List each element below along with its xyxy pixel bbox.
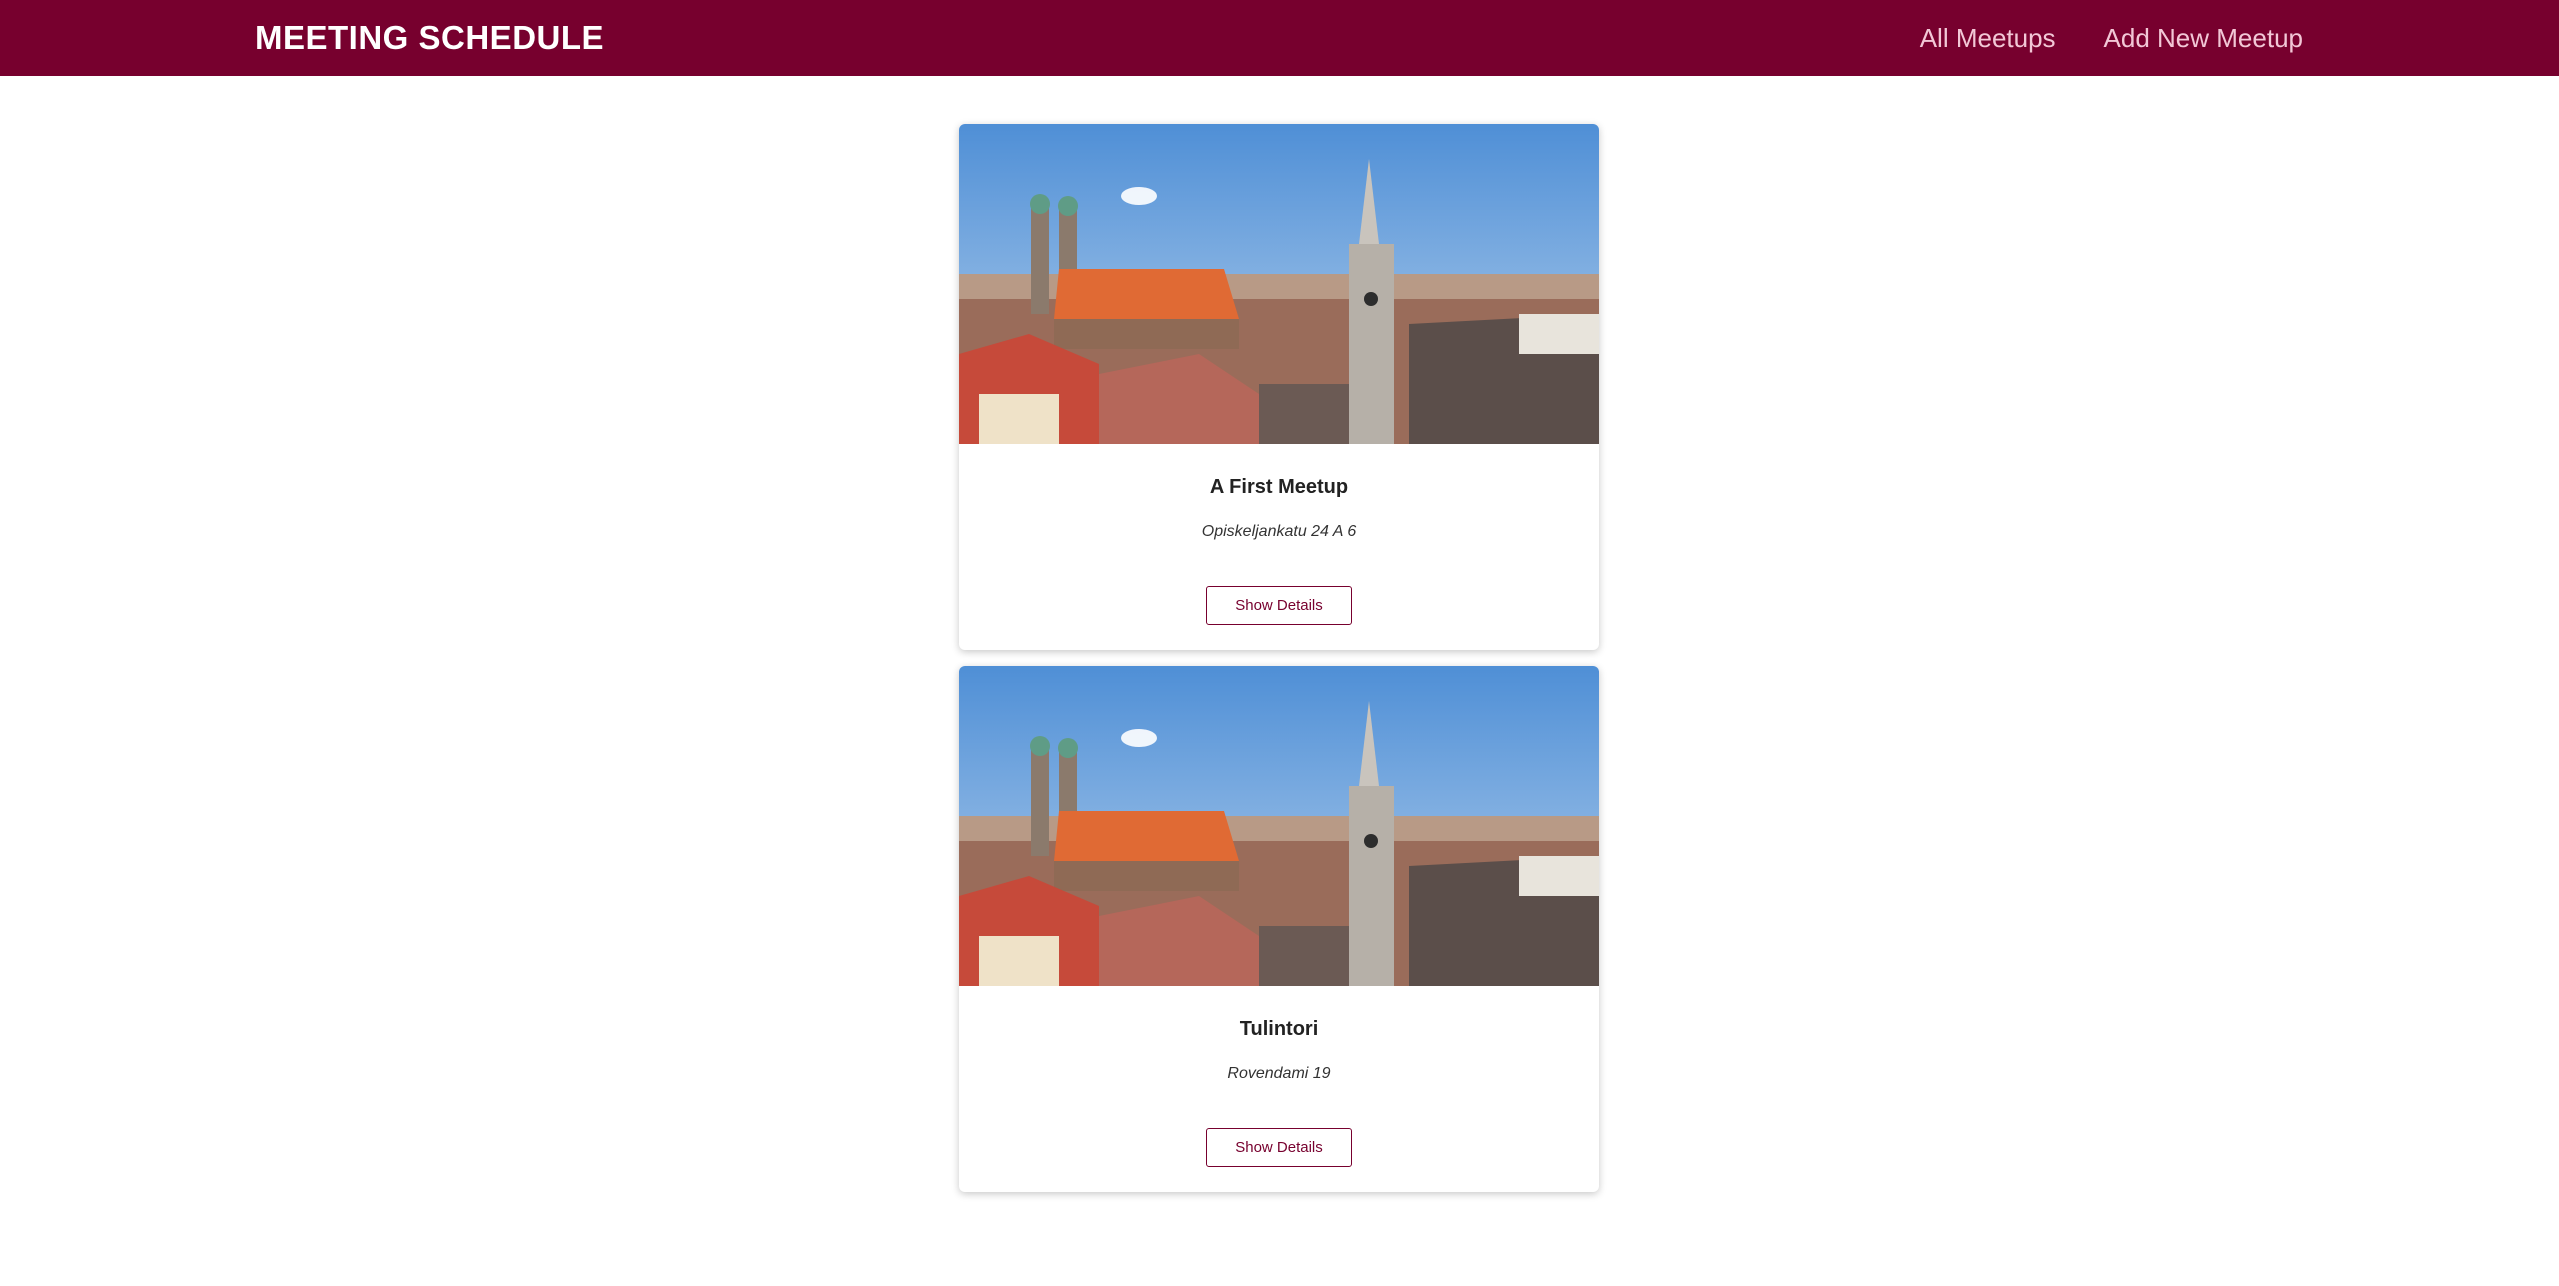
app-title[interactable]: MEETING SCHEDULE xyxy=(255,0,604,76)
top-navigation-bar: MEETING SCHEDULE All Meetups Add New Mee… xyxy=(0,0,2559,76)
show-details-button[interactable]: Show Details xyxy=(1206,1128,1352,1167)
show-details-button[interactable]: Show Details xyxy=(1206,586,1352,625)
meetup-image xyxy=(959,666,1599,986)
meetup-card: Tulintori Rovendami 19 Show Details xyxy=(959,666,1599,1192)
nav-link-all-meetups[interactable]: All Meetups xyxy=(1920,23,2056,54)
main-nav: All Meetups Add New Meetup xyxy=(1920,0,2303,76)
meetup-address: Rovendami 19 xyxy=(1227,1065,1331,1082)
meetup-list: A First Meetup Opiskeljankatu 24 A 6 Sho… xyxy=(959,124,1599,1208)
meetup-title: Tulintori xyxy=(1239,1018,1319,1040)
meetup-title: A First Meetup xyxy=(1209,476,1349,498)
meetup-card: A First Meetup Opiskeljankatu 24 A 6 Sho… xyxy=(959,124,1599,650)
nav-link-add-new-meetup[interactable]: Add New Meetup xyxy=(2104,23,2303,54)
meetup-address: Opiskeljankatu 24 A 6 xyxy=(1201,523,1357,540)
meetup-image xyxy=(959,124,1599,444)
